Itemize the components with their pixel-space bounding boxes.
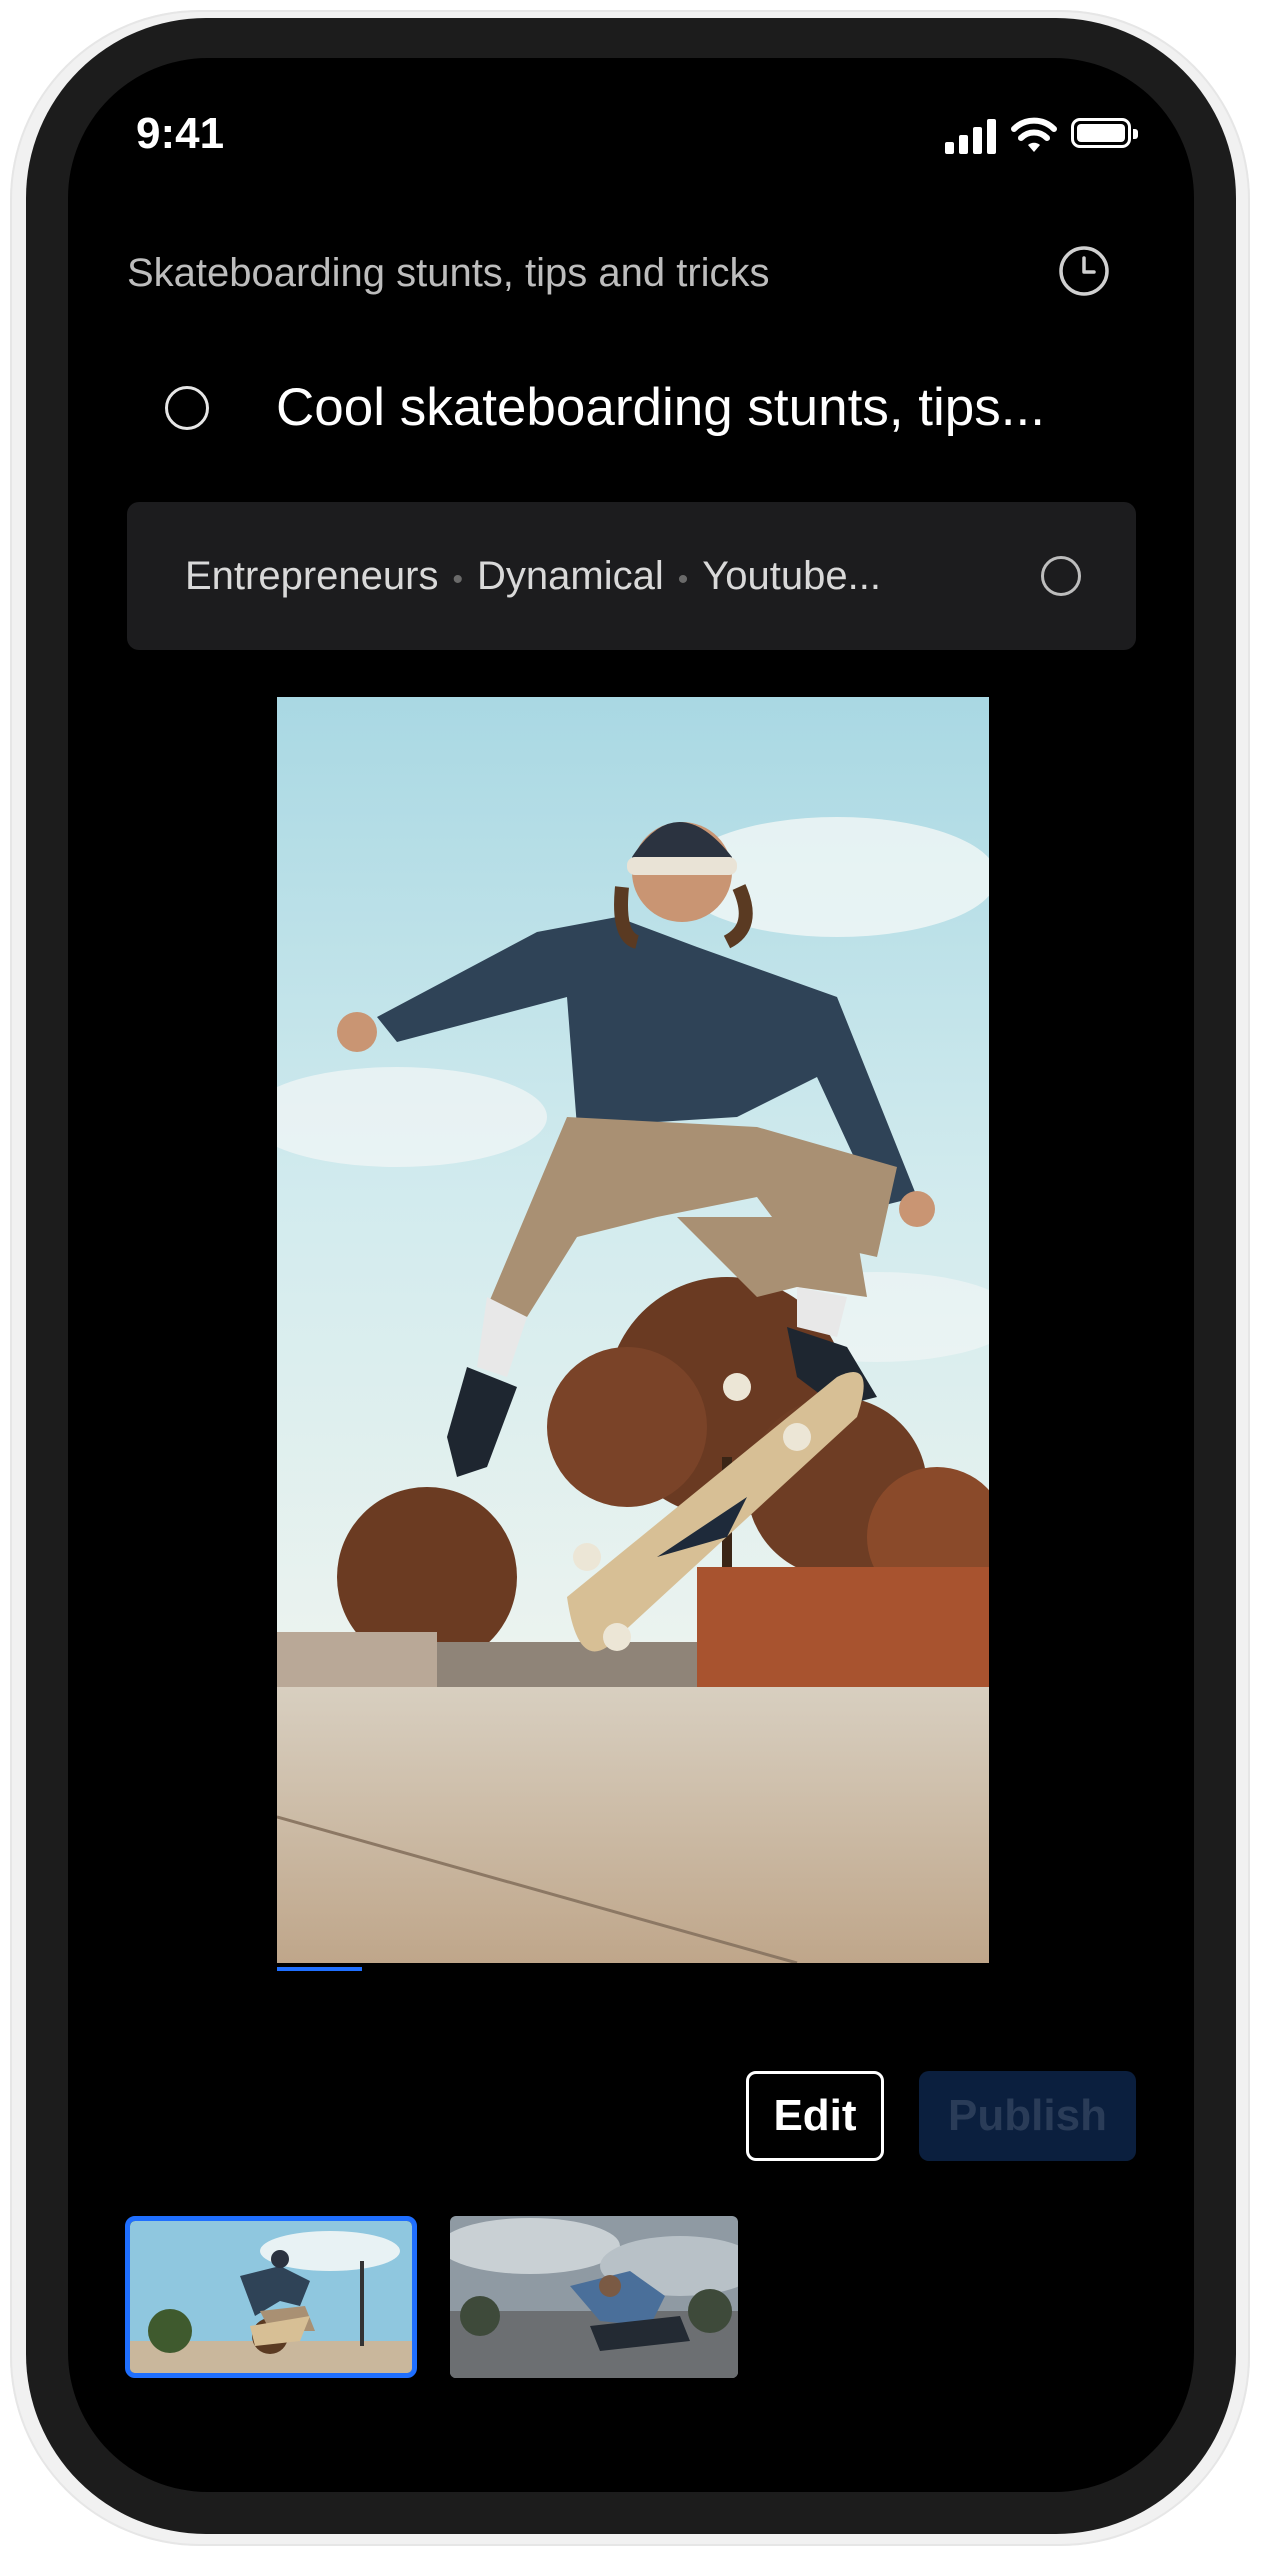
thumbnail-selected[interactable] bbox=[125, 2216, 417, 2378]
thumbnail-2[interactable] bbox=[450, 2216, 738, 2378]
tag-item: Youtube... bbox=[702, 554, 881, 598]
tag-list: Entrepreneurs • Dynamical • Youtube... bbox=[185, 546, 881, 606]
wifi-icon bbox=[1011, 117, 1057, 152]
title-select-radio[interactable] bbox=[165, 386, 209, 430]
skateboarder-image bbox=[277, 697, 989, 1963]
cellular-signal-icon bbox=[945, 118, 997, 154]
project-subtitle: Skateboarding stunts, tips and tricks bbox=[127, 251, 770, 295]
tag-item: Entrepreneurs bbox=[185, 554, 439, 598]
thumbnail-image-2 bbox=[450, 2216, 738, 2378]
video-preview[interactable] bbox=[277, 697, 989, 1963]
draft-title: Cool skateboarding stunts, tips... bbox=[276, 378, 1045, 437]
status-icons bbox=[945, 112, 1145, 162]
edit-button[interactable]: Edit bbox=[746, 2071, 884, 2161]
tags-select-radio[interactable] bbox=[1041, 556, 1081, 596]
tag-separator: • bbox=[677, 563, 689, 596]
tag-separator: • bbox=[452, 563, 463, 596]
clock-icon[interactable] bbox=[1058, 245, 1110, 297]
thumbnail-image-1 bbox=[130, 2221, 412, 2373]
video-progress-bar[interactable] bbox=[277, 1967, 362, 1971]
tags-bar[interactable]: Entrepreneurs • Dynamical • Youtube... bbox=[127, 502, 1136, 650]
status-time: 9:41 bbox=[136, 109, 225, 158]
publish-button[interactable]: Publish bbox=[919, 2071, 1136, 2161]
battery-icon bbox=[1071, 118, 1138, 148]
tag-item: Dynamical bbox=[477, 554, 664, 598]
